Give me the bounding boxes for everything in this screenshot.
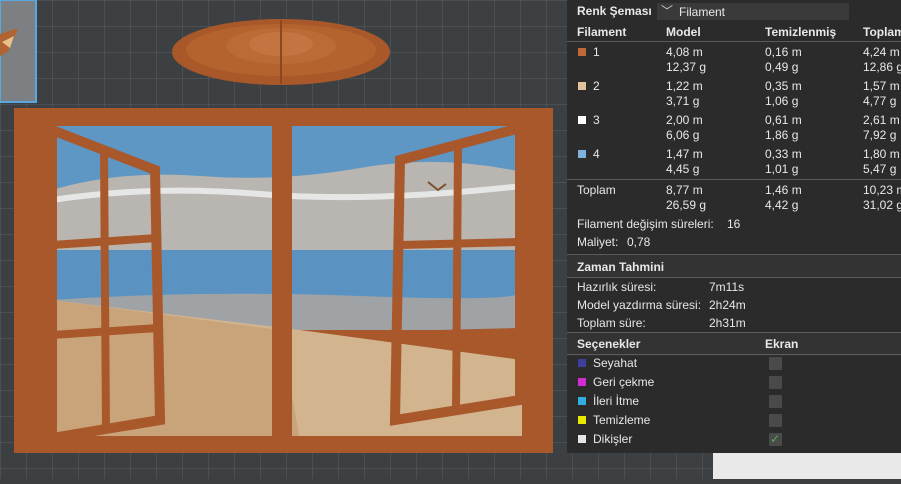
divider (567, 41, 901, 42)
divider (567, 354, 901, 355)
cost-value: 0,78 (627, 235, 651, 249)
color-swatch (578, 416, 586, 424)
time-estimate-header: Zaman Tahmini (567, 255, 901, 278)
filament-changes-value: 16 (727, 217, 741, 231)
total-weight: 5,47 g (863, 162, 897, 176)
purge-length: 1,46 m (765, 183, 802, 197)
divider (567, 179, 901, 180)
filament-id: 1 (593, 45, 600, 59)
filament-id: 4 (593, 147, 600, 161)
col-purged: Temizlenmiş (765, 25, 837, 39)
model-length: 1,47 m (666, 147, 703, 161)
display-checkbox-wipe[interactable] (769, 414, 782, 427)
color-swatch (578, 378, 586, 386)
total-length: 1,80 m (863, 147, 900, 161)
display-checkbox-retract[interactable] (769, 376, 782, 389)
purge-weight: 4,42 g (765, 198, 799, 212)
total-length: 1,57 m (863, 79, 900, 93)
prep-time-label: Hazırlık süresi: (577, 280, 657, 294)
color-swatch (578, 48, 586, 56)
col-filament: Filament (577, 25, 627, 39)
option-label: Geri çekme (593, 375, 655, 389)
color-swatch (578, 435, 586, 443)
purge-length: 0,33 m (765, 147, 802, 161)
slice-statistics-panel: Renk Şeması ﹀ Filament Filament Model Te… (567, 0, 901, 453)
total-weight: 4,77 g (863, 94, 897, 108)
purge-weight: 1,06 g (765, 94, 799, 108)
option-label: Dikişler (593, 432, 633, 446)
option-label: Seyahat (593, 356, 638, 370)
color-swatch (578, 397, 586, 405)
display-checkbox-seams[interactable]: ✓ (769, 432, 782, 446)
color-scheme-label: Renk Şeması (577, 4, 652, 18)
options-header: Seçenekler Ekran (567, 333, 901, 356)
round-lid-object (172, 19, 390, 85)
total-weight: 7,92 g (863, 128, 897, 142)
model-weight: 4,45 g (666, 162, 700, 176)
col-total: Toplam (863, 25, 901, 39)
model-length: 8,77 m (666, 183, 703, 197)
checkmark-icon: ✓ (770, 432, 781, 446)
model-weight: 3,71 g (666, 94, 700, 108)
options-title: Seçenekler (577, 337, 641, 351)
display-checkbox-travel[interactable] (769, 357, 782, 370)
model-weight: 26,59 g (666, 198, 707, 212)
thumbnail-object (0, 0, 37, 103)
model-length: 4,08 m (666, 45, 703, 59)
prep-time-value: 7m11s (709, 280, 745, 294)
display-checkbox-prime[interactable] (769, 395, 782, 408)
total-length: 2,61 m (863, 113, 900, 127)
purge-length: 0,61 m (765, 113, 802, 127)
model-print-time-value: 2h24m (709, 298, 746, 312)
bottom-toolbar (713, 453, 901, 479)
col-model: Model (666, 25, 701, 39)
display-column-label: Ekran (765, 337, 799, 351)
purge-weight: 0,49 g (765, 60, 799, 74)
filament-changes-label: Filament değişim süreleri: (577, 217, 714, 231)
purge-weight: 1,86 g (765, 128, 799, 142)
total-time-label: Toplam süre: (577, 316, 646, 330)
model-weight: 6,06 g (666, 128, 700, 142)
total-weight: 31,02 g (863, 198, 901, 212)
color-scheme-dropdown[interactable]: ﹀ Filament (657, 3, 849, 20)
window-frame-object (14, 108, 553, 453)
total-length: 10,23 m (863, 183, 901, 197)
model-length: 2,00 m (666, 113, 703, 127)
totals-label: Toplam (577, 183, 616, 197)
divider (567, 277, 901, 278)
model-weight: 12,37 g (666, 60, 707, 74)
model-length: 1,22 m (666, 79, 703, 93)
time-estimate-title: Zaman Tahmini (577, 260, 665, 274)
total-weight: 12,86 g (863, 60, 901, 74)
purge-weight: 1,01 g (765, 162, 799, 176)
option-label: Temizleme (593, 413, 651, 427)
total-time-value: 2h31m (709, 316, 746, 330)
color-swatch (578, 82, 586, 90)
total-length: 4,24 m (863, 45, 900, 59)
model-print-time-label: Model yazdırma süresi: (577, 298, 702, 312)
color-swatch (578, 150, 586, 158)
filament-id: 3 (593, 113, 600, 127)
color-swatch (578, 116, 586, 124)
color-swatch (578, 359, 586, 367)
purge-length: 0,16 m (765, 45, 802, 59)
cost-label: Maliyet: (577, 235, 619, 249)
chevron-down-icon: ﹀ (661, 4, 674, 18)
option-label: İleri İtme (593, 394, 640, 408)
filament-id: 2 (593, 79, 600, 93)
purge-length: 0,35 m (765, 79, 802, 93)
color-scheme-value: Filament (679, 5, 726, 19)
